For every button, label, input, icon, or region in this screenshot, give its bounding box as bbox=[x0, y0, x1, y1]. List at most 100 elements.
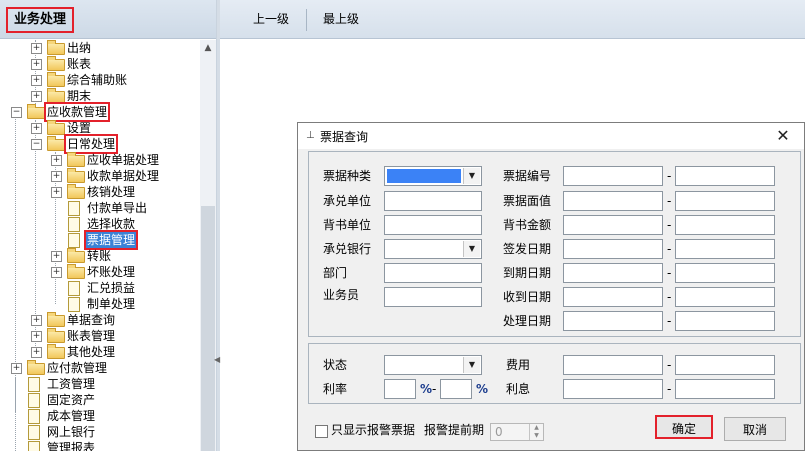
expand-icon[interactable]: + bbox=[31, 315, 42, 326]
expand-icon[interactable]: + bbox=[31, 331, 42, 342]
tree-item-verification[interactable]: + 核销处理 bbox=[0, 184, 200, 200]
alert-only-checkbox[interactable] bbox=[315, 425, 328, 438]
due-date-from-input[interactable] bbox=[563, 263, 663, 283]
issue-date-to-input[interactable] bbox=[675, 239, 775, 259]
expand-icon[interactable]: + bbox=[51, 171, 62, 182]
tree-item-ledger[interactable]: + 账表 bbox=[0, 56, 200, 72]
alert-lead-stepper[interactable]: 0 ▲ ▼ bbox=[490, 423, 544, 441]
folder-icon bbox=[67, 264, 85, 279]
department-label: 部门 bbox=[323, 266, 348, 280]
tree-item-receivable-docs[interactable]: + 应收单据处理 bbox=[0, 152, 200, 168]
due-date-to-input[interactable] bbox=[675, 263, 775, 283]
tree-item-bad-debt[interactable]: + 坏账处理 bbox=[0, 264, 200, 280]
folder-icon bbox=[67, 168, 85, 183]
interest-to-input[interactable] bbox=[675, 379, 775, 399]
interest-from-input[interactable] bbox=[563, 379, 663, 399]
tree-item-payment-export[interactable]: 付款单导出 bbox=[0, 200, 200, 216]
ok-button[interactable]: 确定 bbox=[655, 415, 713, 439]
tree-item-voucher-processing[interactable]: 制单处理 bbox=[0, 296, 200, 312]
top-level-button[interactable]: 最上级 bbox=[312, 0, 370, 38]
document-icon bbox=[28, 425, 40, 440]
navigation-panel: 业务处理 + 出纳 + 账表 + 综合辅助账 + 期末 − 应收款管理 + 设置… bbox=[0, 0, 217, 451]
tree-item-fixed-assets[interactable]: 固定资产 bbox=[0, 392, 200, 408]
tree-item-payroll[interactable]: 工资管理 bbox=[0, 376, 200, 392]
alert-lead-label: 报警提前期 bbox=[424, 423, 485, 437]
tree-scrollbar[interactable]: ▲ bbox=[200, 40, 216, 451]
tree-item-other-processing[interactable]: + 其他处理 bbox=[0, 344, 200, 360]
fee-to-input[interactable] bbox=[675, 355, 775, 375]
range-dash: - bbox=[667, 242, 672, 256]
scrollbar-thumb[interactable] bbox=[201, 206, 215, 451]
tree-item-report-management[interactable]: + 账表管理 bbox=[0, 328, 200, 344]
document-icon bbox=[28, 377, 40, 392]
received-date-from-input[interactable] bbox=[563, 287, 663, 307]
expand-icon[interactable]: + bbox=[31, 59, 42, 70]
acceptor-unit-input[interactable] bbox=[384, 191, 482, 211]
tree-item-label: 转账 bbox=[87, 249, 112, 263]
chevron-down-icon[interactable]: ▼ bbox=[463, 241, 480, 257]
bill-no-to-input[interactable] bbox=[675, 166, 775, 186]
cancel-button[interactable]: 取消 bbox=[724, 417, 786, 441]
salesperson-input[interactable] bbox=[384, 287, 482, 307]
interest-label: 利息 bbox=[506, 382, 531, 396]
expand-icon[interactable]: + bbox=[31, 75, 42, 86]
collapse-icon[interactable]: − bbox=[11, 107, 22, 118]
range-dash: - bbox=[667, 194, 672, 208]
tree-item-exchange-gain-loss[interactable]: 汇兑损益 bbox=[0, 280, 200, 296]
endorse-amount-from-input[interactable] bbox=[563, 215, 663, 235]
expand-icon[interactable]: + bbox=[31, 43, 42, 54]
tree-item-daily-processing[interactable]: − 日常处理 bbox=[0, 134, 200, 154]
bill-amount-to-input[interactable] bbox=[675, 191, 775, 211]
expand-icon[interactable]: + bbox=[31, 123, 42, 134]
folder-icon bbox=[47, 328, 65, 343]
expand-icon[interactable]: + bbox=[51, 267, 62, 278]
received-date-to-input[interactable] bbox=[675, 287, 775, 307]
expand-icon[interactable]: + bbox=[31, 347, 42, 358]
bill-amount-from-input[interactable] bbox=[563, 191, 663, 211]
acceptor-bank-select[interactable]: ▼ bbox=[384, 239, 482, 259]
collapse-arrow-icon[interactable]: ◀ bbox=[214, 355, 220, 364]
tree-item-label: 票据管理 bbox=[84, 230, 139, 250]
folder-icon bbox=[47, 312, 65, 327]
issue-date-from-input[interactable] bbox=[563, 239, 663, 259]
tree-item-cashier[interactable]: + 出纳 bbox=[0, 40, 200, 56]
rate-to-input[interactable] bbox=[440, 379, 472, 399]
tree-item-label: 收款单据处理 bbox=[87, 169, 160, 183]
bill-no-from-input[interactable] bbox=[563, 166, 663, 186]
tree-item-label: 工资管理 bbox=[47, 377, 96, 391]
tree-item-receivables[interactable]: − 应收款管理 bbox=[0, 102, 200, 122]
bill-type-select[interactable]: ▼ bbox=[384, 166, 482, 186]
expand-icon[interactable]: + bbox=[51, 251, 62, 262]
endorse-unit-input[interactable] bbox=[384, 215, 482, 235]
expand-icon[interactable]: + bbox=[51, 187, 62, 198]
up-level-button[interactable]: 上一级 bbox=[240, 0, 302, 38]
rate-from-input[interactable] bbox=[384, 379, 416, 399]
tree-item-online-banking[interactable]: 网上银行 bbox=[0, 424, 200, 440]
tree-item-cost-management[interactable]: 成本管理 bbox=[0, 408, 200, 424]
toolbar-separator bbox=[306, 9, 307, 31]
expand-icon[interactable]: + bbox=[51, 155, 62, 166]
tree-item-aux-ledger[interactable]: + 综合辅助账 bbox=[0, 72, 200, 88]
tree-item-payables[interactable]: + 应付款管理 bbox=[0, 360, 200, 376]
tree-item-transfer[interactable]: + 转账 bbox=[0, 248, 200, 264]
tree-item-doc-query[interactable]: + 单据查询 bbox=[0, 312, 200, 328]
stepper-arrows-icon[interactable]: ▲ ▼ bbox=[529, 424, 543, 440]
close-icon[interactable]: ✕ bbox=[770, 125, 796, 147]
fee-from-input[interactable] bbox=[563, 355, 663, 375]
chevron-down-icon[interactable]: ▼ bbox=[463, 357, 480, 373]
expand-icon[interactable]: + bbox=[11, 363, 22, 374]
tree-item-management-reports[interactable]: 管理报表 bbox=[0, 440, 200, 451]
chevron-down-icon[interactable]: ▼ bbox=[463, 168, 480, 184]
folder-icon bbox=[47, 72, 65, 87]
panel-splitter[interactable] bbox=[217, 0, 220, 451]
collapse-icon[interactable]: − bbox=[31, 139, 42, 150]
status-select[interactable]: ▼ bbox=[384, 355, 482, 375]
scroll-up-icon[interactable]: ▲ bbox=[200, 40, 216, 56]
expand-icon[interactable]: + bbox=[31, 91, 42, 102]
process-date-to-input[interactable] bbox=[675, 311, 775, 331]
tree-item-bill-management[interactable]: 票据管理 bbox=[0, 230, 200, 250]
process-date-from-input[interactable] bbox=[563, 311, 663, 331]
endorse-amount-to-input[interactable] bbox=[675, 215, 775, 235]
department-input[interactable] bbox=[384, 263, 482, 283]
tree-item-receipt-docs[interactable]: + 收款单据处理 bbox=[0, 168, 200, 184]
